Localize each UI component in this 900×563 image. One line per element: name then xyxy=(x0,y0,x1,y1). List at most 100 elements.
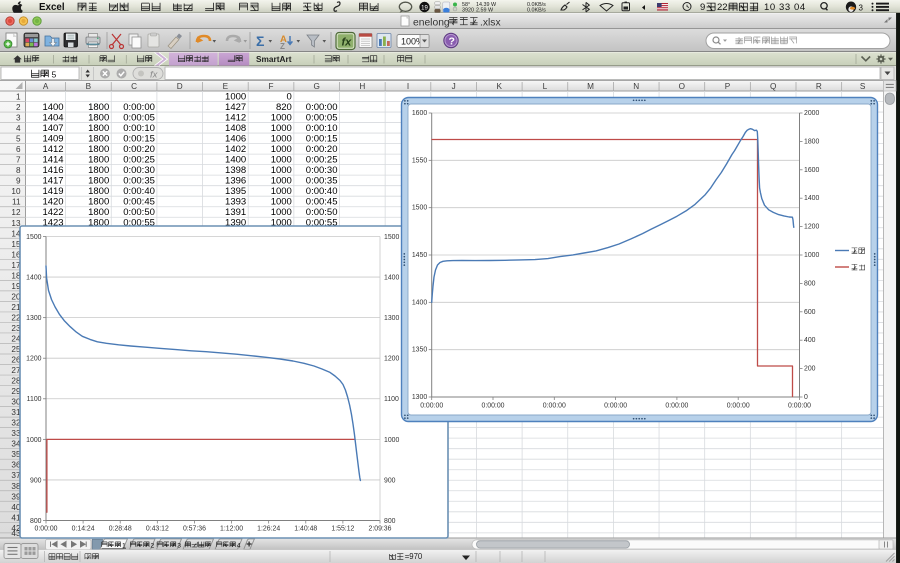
svg-text:1800: 1800 xyxy=(88,176,109,187)
svg-text:1000: 1000 xyxy=(271,186,292,197)
svg-text:1400: 1400 xyxy=(384,274,399,281)
svg-text:1200: 1200 xyxy=(804,224,819,231)
svg-text:0:00:00: 0:00:00 xyxy=(788,403,811,410)
svg-text:1000: 1000 xyxy=(26,437,41,444)
svg-text:1412: 1412 xyxy=(42,144,63,155)
svg-text:0:00:00: 0:00:00 xyxy=(420,403,443,410)
svg-text:9: 9 xyxy=(700,2,705,13)
svg-text:1416: 1416 xyxy=(42,165,63,176)
svg-text:1395: 1395 xyxy=(225,186,246,197)
svg-text:0: 0 xyxy=(287,91,292,102)
svg-text:1600: 1600 xyxy=(804,167,819,174)
svg-text:0:00:40: 0:00:40 xyxy=(123,186,155,197)
svg-text:1000: 1000 xyxy=(271,207,292,218)
svg-text:0:43:12: 0:43:12 xyxy=(146,526,169,533)
svg-text:1200: 1200 xyxy=(384,356,399,363)
svg-text:1800: 1800 xyxy=(88,197,109,208)
svg-text:1350: 1350 xyxy=(412,347,427,354)
svg-text:F: F xyxy=(269,82,274,91)
svg-text:0:57:36: 0:57:36 xyxy=(183,526,206,533)
svg-text:1406: 1406 xyxy=(225,134,246,145)
svg-text:1800: 1800 xyxy=(88,144,109,155)
svg-text:1417: 1417 xyxy=(42,176,63,187)
svg-text:1409: 1409 xyxy=(42,134,63,145)
svg-text:0:00:30: 0:00:30 xyxy=(123,165,155,176)
svg-text:1000: 1000 xyxy=(271,176,292,187)
svg-text:C: C xyxy=(131,82,137,91)
svg-text:0:00:45: 0:00:45 xyxy=(306,197,338,208)
svg-text:10: 10 xyxy=(11,187,21,196)
svg-text:0:00:00: 0:00:00 xyxy=(482,403,505,410)
svg-text:1300: 1300 xyxy=(26,315,41,322)
svg-text:11: 11 xyxy=(12,198,21,207)
svg-text:M: M xyxy=(587,82,594,91)
svg-text:1000: 1000 xyxy=(271,144,292,155)
svg-text:0:00:50: 0:00:50 xyxy=(123,207,155,218)
svg-text:0:28:48: 0:28:48 xyxy=(109,526,132,533)
svg-text:0:00:40: 0:00:40 xyxy=(306,186,338,197)
svg-text:0:00:15: 0:00:15 xyxy=(123,134,155,145)
svg-text:800: 800 xyxy=(30,518,42,525)
svg-text:2: 2 xyxy=(151,542,155,549)
svg-text:19: 19 xyxy=(421,5,428,11)
svg-text:0:00:00: 0:00:00 xyxy=(604,403,627,410)
svg-text:1400: 1400 xyxy=(42,102,63,113)
svg-text:H: H xyxy=(359,82,365,91)
svg-text:enelong: enelong xyxy=(413,17,450,28)
svg-text:1422: 1422 xyxy=(42,207,63,218)
svg-text:1:26:24: 1:26:24 xyxy=(257,526,280,533)
svg-text:B: B xyxy=(86,82,92,91)
svg-text:1000: 1000 xyxy=(271,197,292,208)
svg-text:1800: 1800 xyxy=(88,134,109,145)
svg-text:1800: 1800 xyxy=(88,102,109,113)
svg-text:0:00:00: 0:00:00 xyxy=(123,102,155,113)
svg-text:P: P xyxy=(725,82,731,91)
svg-text:L: L xyxy=(543,82,548,91)
svg-text:1500: 1500 xyxy=(26,234,41,241)
svg-text:0:00:00: 0:00:00 xyxy=(727,403,750,410)
svg-text:2:09:36: 2:09:36 xyxy=(368,526,391,533)
svg-text:1000: 1000 xyxy=(271,112,292,123)
svg-text:1414: 1414 xyxy=(42,155,63,166)
svg-text:0:00:25: 0:00:25 xyxy=(123,155,155,166)
svg-text:1000: 1000 xyxy=(804,252,819,259)
svg-text:S: S xyxy=(860,82,866,91)
svg-text:8: 8 xyxy=(16,166,21,175)
svg-text:0:00:30: 0:00:30 xyxy=(306,165,338,176)
svg-text:1800: 1800 xyxy=(88,165,109,176)
svg-text:1407: 1407 xyxy=(42,123,63,134)
svg-text:0:00:45: 0:00:45 xyxy=(123,197,155,208)
svg-text:0:00:05: 0:00:05 xyxy=(123,112,155,123)
svg-text:1396: 1396 xyxy=(225,176,246,187)
svg-text:1000: 1000 xyxy=(384,437,399,444)
svg-text:J: J xyxy=(452,82,456,91)
svg-text:I: I xyxy=(407,82,409,91)
svg-text:R: R xyxy=(816,82,822,91)
svg-text:1412: 1412 xyxy=(225,112,246,123)
svg-text:1427: 1427 xyxy=(225,102,246,113)
svg-text:1800: 1800 xyxy=(88,186,109,197)
svg-text:?: ? xyxy=(449,36,455,48)
svg-text:4: 4 xyxy=(16,124,21,133)
svg-text:Z: Z xyxy=(280,42,285,51)
svg-text:0:00:25: 0:00:25 xyxy=(306,155,338,166)
svg-text:1:55:12: 1:55:12 xyxy=(331,526,354,533)
svg-text:22: 22 xyxy=(717,2,728,13)
svg-text:0:00:35: 0:00:35 xyxy=(123,176,155,187)
svg-text:0:00:00: 0:00:00 xyxy=(306,102,338,113)
svg-text:G: G xyxy=(313,82,319,91)
svg-text:600: 600 xyxy=(804,309,816,316)
svg-text:=970: =970 xyxy=(405,552,423,561)
svg-text:1: 1 xyxy=(16,93,21,102)
svg-text:1398: 1398 xyxy=(225,165,246,176)
svg-text:1450: 1450 xyxy=(412,252,427,259)
svg-text:.xlsx: .xlsx xyxy=(480,17,501,28)
svg-text:1400: 1400 xyxy=(412,299,427,306)
svg-text:D: D xyxy=(177,82,183,91)
svg-text:1000: 1000 xyxy=(271,134,292,145)
svg-text:5: 5 xyxy=(52,70,57,80)
svg-text:0: 0 xyxy=(804,394,808,401)
svg-text:2000: 2000 xyxy=(804,110,819,117)
svg-text:3: 3 xyxy=(177,542,181,549)
svg-text:1000: 1000 xyxy=(271,155,292,166)
